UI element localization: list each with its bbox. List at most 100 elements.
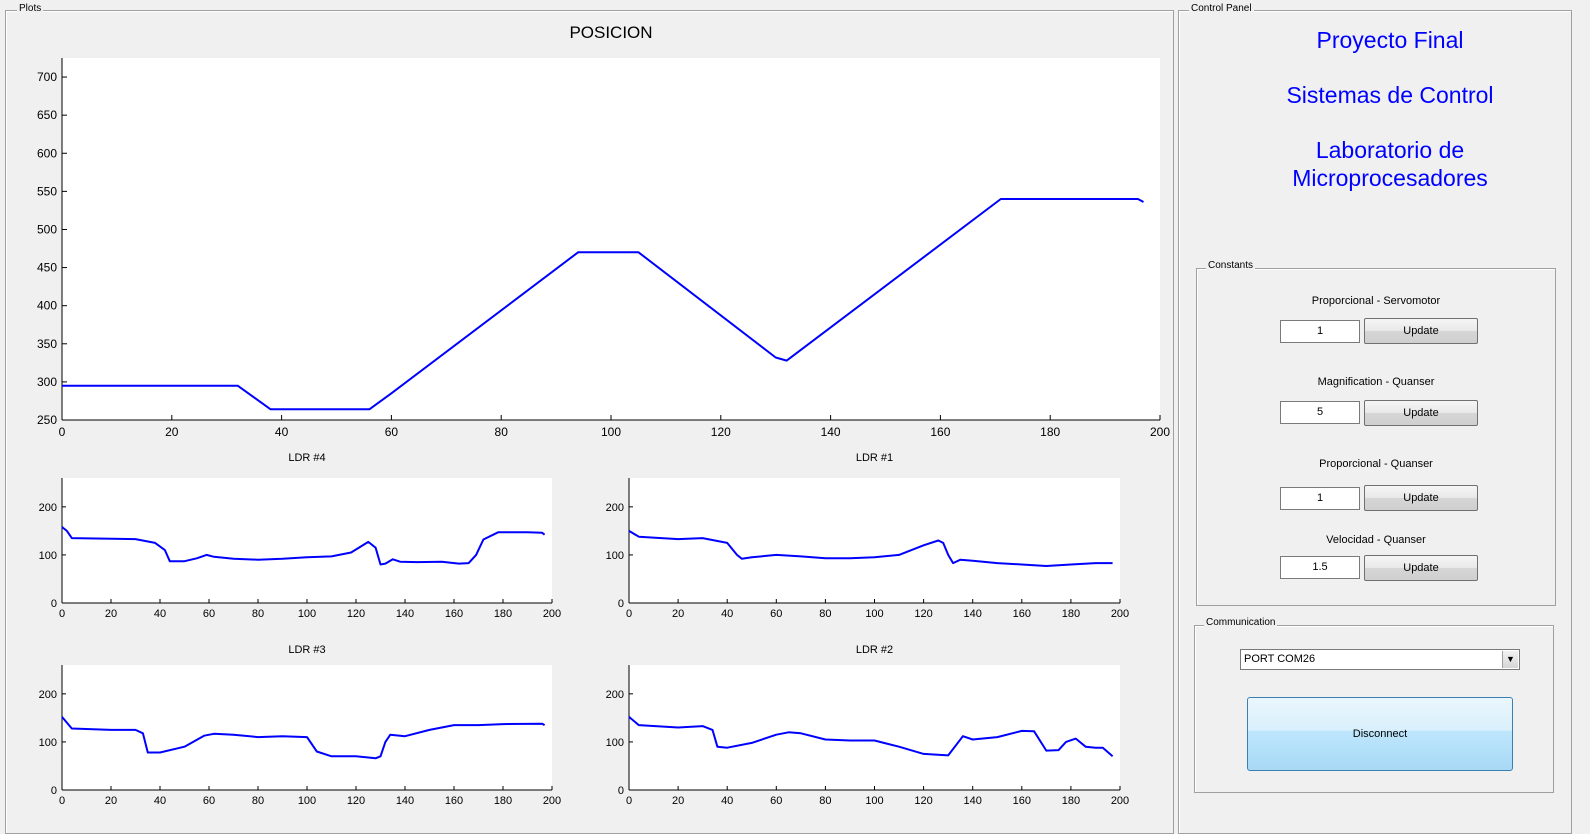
x-tick-label: 0 (59, 425, 66, 439)
x-tick-label: 160 (1013, 795, 1031, 807)
chart-title: LDR #1 (856, 452, 893, 464)
x-tick-label: 200 (1150, 425, 1170, 439)
chart-1: POSICION 0 20 40 60 80 100 120 140 160 180 200 250 30… (37, 23, 1170, 439)
x-tick-label: 200 (1111, 795, 1129, 807)
x-tick-label: 40 (721, 608, 733, 620)
y-tick-label: 400 (37, 299, 57, 313)
update-button-servo-p[interactable]: Update (1364, 318, 1478, 344)
constant-input-quanser-speed[interactable]: 1.5 (1280, 556, 1360, 579)
update-button-quanser-p[interactable]: Update (1364, 485, 1478, 511)
chart-title: POSICION (569, 23, 652, 42)
y-tick-label: 100 (606, 737, 624, 749)
update-button-quanser-mag[interactable]: Update (1364, 400, 1478, 426)
chevron-down-icon[interactable]: ▼ (1502, 651, 1518, 668)
x-tick-label: 60 (203, 795, 215, 807)
x-tick-label: 180 (494, 795, 512, 807)
x-tick-label: 80 (819, 795, 831, 807)
y-tick-label: 450 (37, 261, 57, 275)
x-tick-label: 100 (865, 795, 883, 807)
y-tick-label: 550 (37, 184, 57, 198)
constant-label-quanser-p: Proporcional - Quanser (1319, 458, 1433, 470)
y-tick-label: 0 (618, 598, 624, 610)
x-tick-label: 100 (298, 608, 316, 620)
x-tick-label: 200 (1111, 608, 1129, 620)
x-tick-label: 120 (914, 795, 932, 807)
y-tick-label: 200 (39, 689, 57, 701)
x-tick-label: 40 (275, 425, 289, 439)
y-tick-label: 700 (37, 70, 57, 84)
x-tick-label: 0 (59, 608, 65, 620)
x-tick-label: 100 (601, 425, 621, 439)
x-tick-label: 0 (626, 608, 632, 620)
x-tick-label: 120 (347, 795, 365, 807)
y-tick-label: 100 (39, 550, 57, 562)
project-title-line3a: Laboratorio de (1315, 137, 1465, 163)
x-tick-label: 120 (347, 608, 365, 620)
x-tick-label: 20 (672, 795, 684, 807)
y-tick-label: 100 (39, 737, 57, 749)
y-tick-label: 350 (37, 337, 57, 351)
x-tick-label: 140 (964, 795, 982, 807)
y-tick-label: 500 (37, 222, 57, 236)
update-button-quanser-speed[interactable]: Update (1364, 555, 1478, 581)
x-tick-label: 20 (672, 608, 684, 620)
x-tick-label: 0 (626, 795, 632, 807)
chart-5: LDR #2 0 20 40 60 80 100 120 140 160 180 200 0 100 200 (606, 644, 1130, 807)
y-tick-label: 300 (37, 375, 57, 389)
x-tick-label: 140 (821, 425, 841, 439)
y-tick-label: 250 (37, 413, 57, 427)
x-tick-label: 180 (1040, 425, 1060, 439)
x-tick-label: 200 (543, 795, 561, 807)
plot-area (629, 665, 1120, 790)
y-tick-label: 100 (606, 550, 624, 562)
x-tick-label: 80 (819, 608, 831, 620)
plot-area (62, 665, 552, 790)
project-title-line2: Sistemas de Control (1286, 82, 1494, 108)
x-tick-label: 140 (396, 608, 414, 620)
port-select[interactable]: PORT COM26 ▼ (1240, 649, 1520, 670)
x-tick-label: 20 (105, 795, 117, 807)
x-tick-label: 60 (770, 795, 782, 807)
constants-group-title: Constants (1206, 260, 1256, 272)
x-tick-label: 120 (711, 425, 731, 439)
plot-area (62, 58, 1160, 420)
y-tick-label: 200 (39, 502, 57, 514)
x-tick-label: 40 (154, 795, 166, 807)
disconnect-button[interactable]: Disconnect (1247, 697, 1513, 771)
x-tick-label: 120 (914, 608, 932, 620)
y-tick-label: 200 (606, 502, 624, 514)
x-tick-label: 60 (385, 425, 399, 439)
chart-title: LDR #4 (288, 452, 325, 464)
y-tick-label: 600 (37, 146, 57, 160)
x-tick-label: 140 (964, 608, 982, 620)
project-title-line3b: Microprocesadores (1292, 165, 1488, 191)
chart-title: LDR #3 (288, 644, 325, 656)
constant-input-servo-p[interactable]: 1 (1280, 320, 1360, 343)
x-tick-label: 40 (721, 795, 733, 807)
x-tick-label: 60 (770, 608, 782, 620)
control-panel-title: Control Panel (1189, 3, 1254, 15)
x-tick-label: 160 (445, 795, 463, 807)
constant-label-quanser-mag: Magnification - Quanser (1317, 376, 1435, 388)
constant-label-quanser-speed: Velocidad - Quanser (1326, 534, 1426, 546)
y-tick-label: 0 (51, 598, 57, 610)
communication-group-title: Communication (1204, 617, 1278, 629)
x-tick-label: 20 (105, 608, 117, 620)
x-tick-label: 100 (865, 608, 883, 620)
x-tick-label: 160 (930, 425, 950, 439)
plot-area (629, 478, 1120, 603)
y-tick-label: 0 (51, 785, 57, 797)
x-tick-label: 180 (1062, 608, 1080, 620)
port-select-value: PORT COM26 (1244, 653, 1316, 665)
x-tick-label: 20 (165, 425, 179, 439)
x-tick-label: 180 (1062, 795, 1080, 807)
x-tick-label: 140 (396, 795, 414, 807)
x-tick-label: 160 (445, 608, 463, 620)
x-tick-label: 80 (252, 608, 264, 620)
x-tick-label: 40 (154, 608, 166, 620)
constant-input-quanser-mag[interactable]: 5 (1280, 401, 1360, 424)
y-tick-label: 650 (37, 108, 57, 122)
constant-input-quanser-p[interactable]: 1 (1280, 487, 1360, 510)
chart-2: LDR #4 0 20 40 60 80 100 120 140 160 180 200 0 100 200 (39, 452, 562, 620)
constant-label-servo-p: Proporcional - Servomotor (1311, 295, 1441, 307)
